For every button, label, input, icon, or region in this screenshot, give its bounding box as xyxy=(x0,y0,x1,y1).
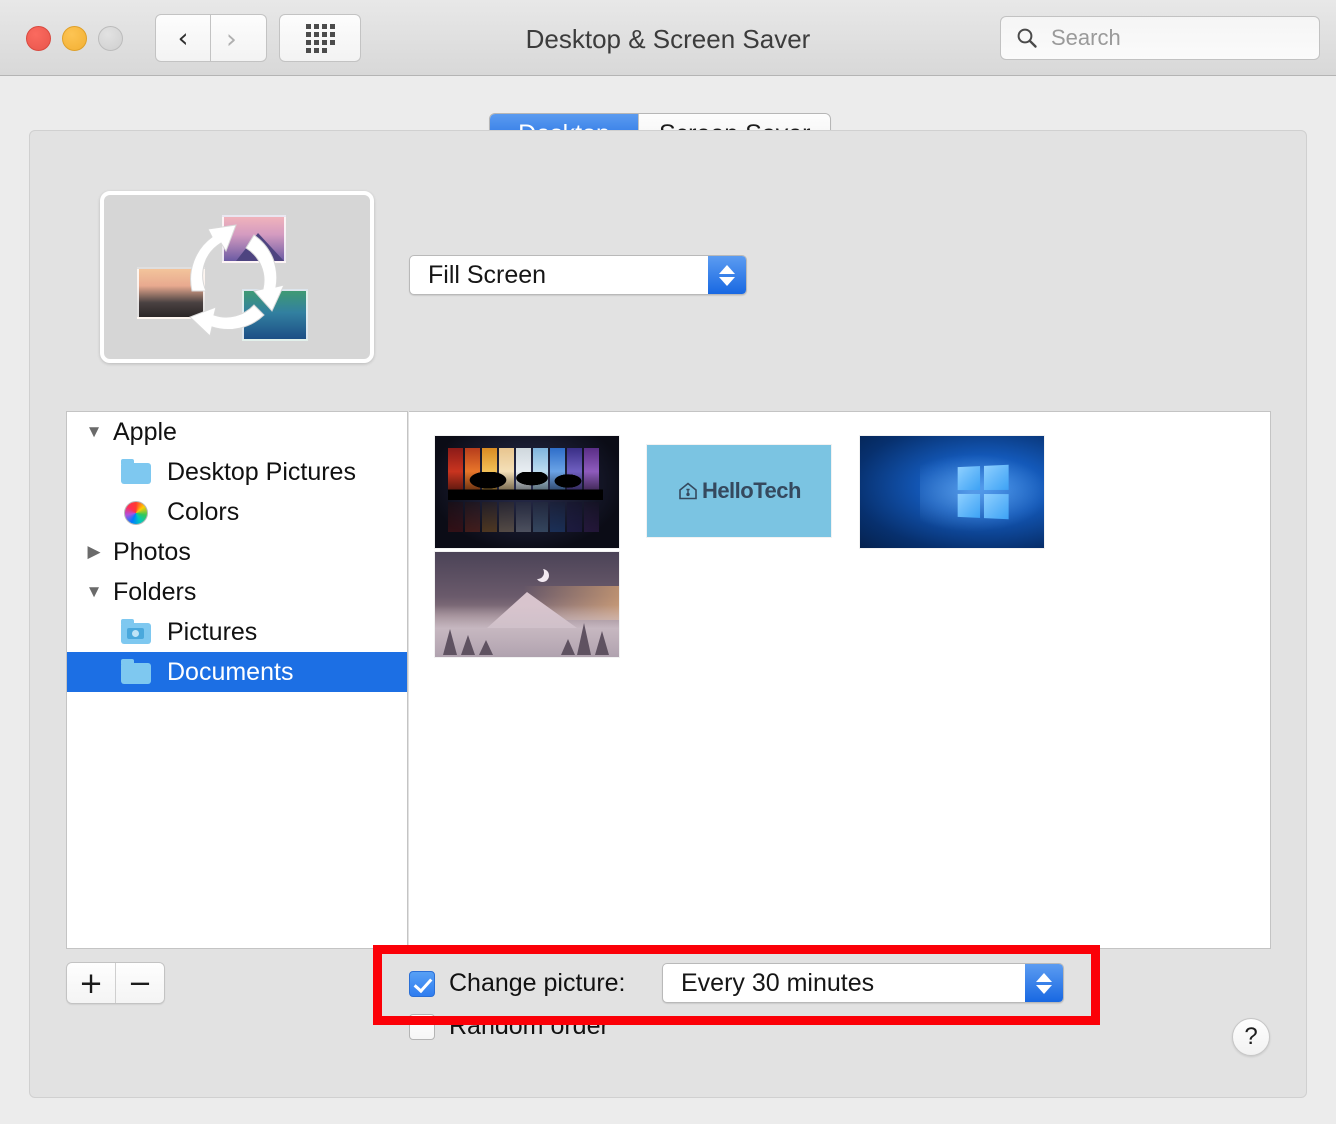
fill-screen-stepper[interactable] xyxy=(708,256,746,294)
change-interval-stepper[interactable] xyxy=(1025,964,1063,1002)
fill-screen-value: Fill Screen xyxy=(428,260,547,289)
random-order-label: Random order xyxy=(449,1012,609,1040)
tree-item-label: Photos xyxy=(113,537,191,566)
stepper-down-icon xyxy=(1036,984,1052,994)
search-icon xyxy=(1017,28,1037,48)
change-interval-value: Every 30 minutes xyxy=(681,968,875,997)
water-reflection xyxy=(448,502,599,532)
hellotech-logo: HelloTech xyxy=(678,478,801,504)
add-remove-folder-buttons: + − xyxy=(66,962,165,1004)
tree-item-desktop-pictures[interactable]: Desktop Pictures xyxy=(67,452,407,492)
tree-item-apple[interactable]: ▼ Apple xyxy=(67,412,407,452)
change-picture-checkbox[interactable] xyxy=(409,970,435,997)
folder-icon xyxy=(121,659,151,684)
pine-trees xyxy=(435,611,619,657)
tree-item-photos[interactable]: ▶ Photos xyxy=(67,532,407,572)
random-order-checkbox[interactable] xyxy=(409,1013,435,1040)
tree-item-label: Folders xyxy=(113,577,197,606)
tree-silhouette xyxy=(448,472,603,500)
tree-item-label: Pictures xyxy=(167,617,258,646)
sunset-trees-wallpaper[interactable] xyxy=(435,436,619,548)
change-picture-label: Change picture: xyxy=(449,969,626,997)
tree-item-documents[interactable]: Documents xyxy=(67,652,407,692)
source-list: ▼ Apple Desktop Pictures Colors ▶ Photos… xyxy=(66,411,408,949)
tree-item-folders[interactable]: ▼ Folders xyxy=(67,572,407,612)
change-picture-row: Change picture: xyxy=(409,969,626,998)
moonlit-mountain-wallpaper[interactable] xyxy=(435,552,619,657)
search-field[interactable]: Search xyxy=(1000,16,1320,60)
change-interval-popup[interactable]: Every 30 minutes xyxy=(662,963,1064,1003)
search-placeholder: Search xyxy=(1051,25,1121,50)
hellotech-wallpaper[interactable]: HelloTech xyxy=(647,445,832,537)
tree-item-label: Documents xyxy=(167,657,294,686)
tree-item-label: Apple xyxy=(113,417,177,446)
system-preferences-window: ‹ › Desktop & Screen Saver Search Des xyxy=(0,0,1336,1124)
stepper-down-icon xyxy=(719,276,735,286)
stepper-up-icon xyxy=(719,264,735,274)
house-icon xyxy=(678,482,698,500)
tree-item-colors[interactable]: Colors xyxy=(67,492,407,532)
remove-folder-button[interactable]: − xyxy=(115,963,164,1003)
tree-item-label: Colors xyxy=(167,497,240,526)
hellotech-wordmark: HelloTech xyxy=(701,478,802,503)
camera-folder-icon xyxy=(121,619,151,644)
disclosure-triangle-icon[interactable]: ▶ xyxy=(81,542,107,562)
fill-screen-popup[interactable]: Fill Screen xyxy=(409,255,747,295)
stepper-up-icon xyxy=(1036,972,1052,982)
window-titlebar: ‹ › Desktop & Screen Saver Search xyxy=(0,0,1336,76)
windows-logo-icon xyxy=(957,464,1009,520)
folder-icon xyxy=(121,459,151,484)
wallpaper-grid: HelloTech xyxy=(409,411,1271,949)
desktop-preview[interactable] xyxy=(100,191,374,363)
tree-item-label: Desktop Pictures xyxy=(167,457,356,486)
disclosure-triangle-icon[interactable]: ▼ xyxy=(81,422,107,442)
rotating-wallpapers-icon xyxy=(189,224,285,337)
add-folder-button[interactable]: + xyxy=(67,963,115,1003)
tree-item-pictures[interactable]: Pictures xyxy=(67,612,407,652)
help-button[interactable]: ? xyxy=(1232,1018,1270,1056)
crescent-moon-icon xyxy=(531,566,544,579)
windows-logo-wallpaper[interactable] xyxy=(859,436,1044,548)
color-wheel-icon xyxy=(121,500,151,525)
random-order-row: Random order xyxy=(409,1012,609,1041)
disclosure-triangle-icon[interactable]: ▼ xyxy=(81,582,107,602)
